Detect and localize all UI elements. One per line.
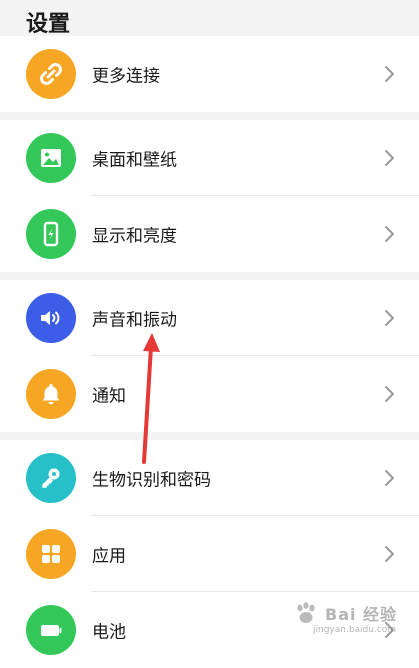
chevron-right-icon <box>385 66 394 82</box>
settings-section-connections: 更多连接 <box>0 36 419 112</box>
settings-item-wallpaper[interactable]: 桌面和壁纸 <box>0 120 419 196</box>
chevron-right-icon <box>385 226 394 242</box>
battery-icon <box>26 605 76 655</box>
link-icon <box>26 49 76 99</box>
settings-item-biometrics-password[interactable]: 生物识别和密码 <box>0 440 419 516</box>
watermark-text: Bai 经验 <box>325 605 398 624</box>
chevron-right-icon <box>385 386 394 402</box>
chevron-right-icon <box>385 546 394 562</box>
settings-item-label: 显示和亮度 <box>92 226 177 247</box>
settings-item-label: 桌面和壁纸 <box>92 150 177 171</box>
chevron-right-icon <box>385 310 394 326</box>
settings-item-notifications[interactable]: 通知 <box>0 356 419 432</box>
baidu-jingyan-watermark: Bai 经验 jingyan.baidu.com <box>289 595 407 645</box>
settings-section-display: 桌面和壁纸 显示和亮度 <box>0 120 419 272</box>
watermark-url: jingyan.baidu.com <box>313 625 397 635</box>
settings-item-apps[interactable]: 应用 <box>0 516 419 592</box>
grid-icon <box>26 529 76 579</box>
image-icon <box>26 133 76 183</box>
chevron-right-icon <box>385 470 394 486</box>
settings-item-more-connections[interactable]: 更多连接 <box>0 36 419 112</box>
speaker-icon <box>26 293 76 343</box>
settings-item-label: 生物识别和密码 <box>92 470 211 491</box>
bell-icon <box>26 369 76 419</box>
settings-item-sound-vibration[interactable]: 声音和振动 <box>0 280 419 356</box>
page-title: 设置 <box>26 12 71 37</box>
key-icon <box>26 453 76 503</box>
phone-brightness-icon <box>26 209 76 259</box>
settings-item-label: 应用 <box>92 546 126 567</box>
settings-item-label: 更多连接 <box>92 66 160 87</box>
settings-section-sound: 声音和振动 通知 <box>0 280 419 432</box>
settings-item-label: 电池 <box>92 622 126 643</box>
settings-item-display-brightness[interactable]: 显示和亮度 <box>0 196 419 272</box>
settings-item-label: 声音和振动 <box>92 310 177 331</box>
chevron-right-icon <box>385 150 394 166</box>
settings-item-label: 通知 <box>92 386 126 407</box>
